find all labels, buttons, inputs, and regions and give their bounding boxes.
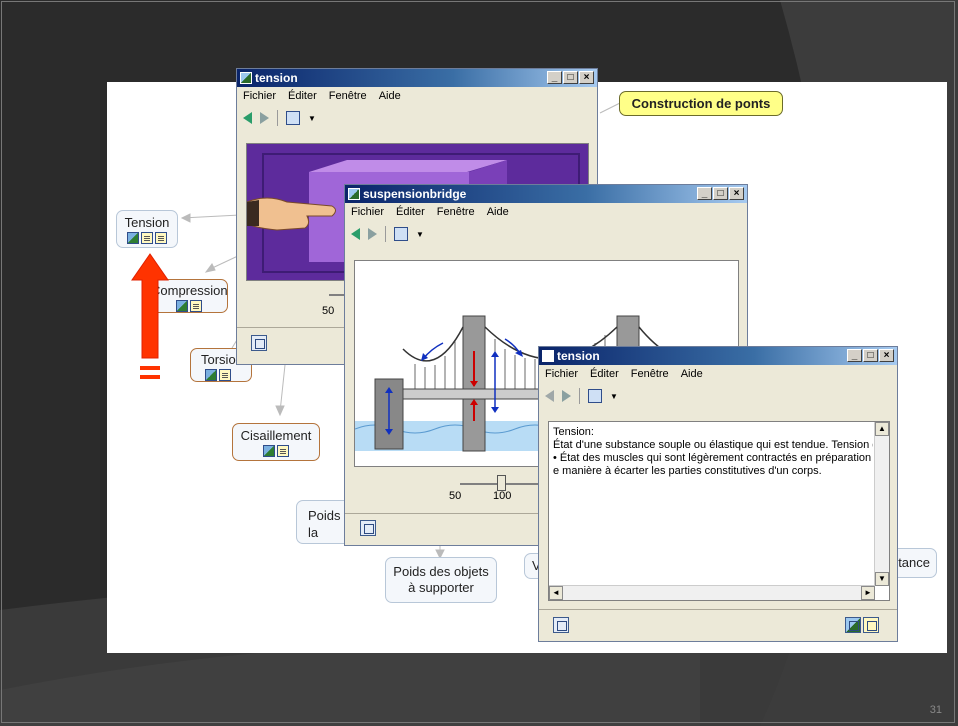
- status-divider: [539, 609, 897, 610]
- toolbar-separator: [579, 388, 580, 404]
- menu-fichier[interactable]: Fichier: [243, 90, 276, 102]
- text-line: Tension:: [553, 426, 594, 438]
- menu-aide[interactable]: Aide: [487, 206, 509, 218]
- tension-text-window: tension _ □ × Fichier Éditer Fenêtre Aid…: [538, 346, 898, 642]
- minimize-button[interactable]: _: [547, 71, 562, 84]
- menu-editer[interactable]: Éditer: [288, 90, 317, 102]
- concept-node-cisaillement[interactable]: Cisaillement: [232, 423, 320, 461]
- menu-editer[interactable]: Éditer: [396, 206, 425, 218]
- view-mode-icon[interactable]: [394, 227, 408, 241]
- concept-node-poids-objets[interactable]: Poids des objets à supporter: [385, 557, 497, 603]
- menu-bar: Fichier Éditer Fenêtre Aide: [237, 87, 597, 105]
- horizontal-scrollbar[interactable]: ◄ ►: [549, 585, 875, 600]
- text-line: e manière à écarter les parties constitu…: [553, 465, 822, 477]
- view-mode-icon[interactable]: [588, 389, 602, 403]
- maximize-button[interactable]: □: [713, 187, 728, 200]
- window-title: suspensionbridge: [363, 187, 467, 201]
- menu-fichier[interactable]: Fichier: [351, 206, 384, 218]
- text-line: • État des muscles qui sont légèrement c…: [553, 452, 873, 464]
- toolbar: ▼: [539, 383, 897, 409]
- forward-arrow-icon[interactable]: [260, 112, 269, 124]
- window-title: tension: [557, 349, 600, 363]
- resource-icons: [191, 369, 251, 381]
- close-button[interactable]: ×: [579, 71, 594, 84]
- text-line: État d'une substance souple ou élastique…: [553, 439, 873, 451]
- dropdown-caret-icon[interactable]: ▼: [308, 114, 316, 123]
- view-mode-icon[interactable]: [286, 111, 300, 125]
- menu-aide[interactable]: Aide: [379, 90, 401, 102]
- minimize-button[interactable]: _: [697, 187, 712, 200]
- menu-bar: Fichier Éditer Fenêtre Aide: [345, 203, 747, 221]
- definition-text: Tension: État d'une substance souple ou …: [549, 422, 873, 478]
- menu-fichier[interactable]: Fichier: [545, 368, 578, 380]
- scroll-down-icon[interactable]: ▼: [875, 572, 889, 586]
- menu-editer[interactable]: Éditer: [590, 368, 619, 380]
- tick-label-50: 50: [449, 490, 462, 502]
- forward-arrow-icon[interactable]: [368, 228, 377, 240]
- document-resource-icon[interactable]: [155, 232, 167, 244]
- image-resource-icon[interactable]: [845, 617, 861, 633]
- image-window-icon: [240, 72, 252, 84]
- image-resource-icon[interactable]: [205, 369, 217, 381]
- document-resource-icon[interactable]: [190, 300, 202, 312]
- menu-aide[interactable]: Aide: [681, 368, 703, 380]
- vertical-scrollbar[interactable]: ▲ ▼: [874, 422, 889, 586]
- slider-thumb[interactable]: [497, 475, 506, 491]
- scroll-left-icon[interactable]: ◄: [549, 586, 563, 600]
- title-bar[interactable]: suspensionbridge _ □ ×: [345, 185, 747, 203]
- document-resource-icon[interactable]: [219, 369, 231, 381]
- concept-map-icon[interactable]: [553, 617, 569, 633]
- image-resource-icon[interactable]: [176, 300, 188, 312]
- menu-fenetre[interactable]: Fenêtre: [437, 206, 475, 218]
- toolbar-separator: [277, 110, 278, 126]
- scroll-up-icon[interactable]: ▲: [875, 422, 889, 436]
- document-resource-icon[interactable]: [141, 232, 153, 244]
- concept-node-tension[interactable]: Tension: [116, 210, 178, 248]
- toolbar-separator: [385, 226, 386, 242]
- tick-label-100: 100: [493, 490, 512, 502]
- slider-label: 50: [322, 305, 335, 317]
- node-label: Construction de ponts: [631, 96, 771, 111]
- back-arrow-icon[interactable]: [351, 228, 360, 240]
- document-resource-icon[interactable]: [863, 617, 879, 633]
- back-arrow-icon[interactable]: [545, 390, 554, 402]
- menu-bar: Fichier Éditer Fenêtre Aide: [539, 365, 897, 383]
- node-label-line2: à supporter: [408, 580, 474, 595]
- toolbar: ▼: [345, 221, 747, 247]
- window-title: tension: [255, 71, 298, 85]
- maximize-button[interactable]: □: [863, 349, 878, 362]
- node-label: Cisaillement: [240, 428, 312, 443]
- scroll-right-icon[interactable]: ►: [861, 586, 875, 600]
- concept-map-icon[interactable]: [360, 520, 376, 536]
- menu-fenetre[interactable]: Fenêtre: [631, 368, 669, 380]
- dropdown-caret-icon[interactable]: ▼: [416, 230, 424, 239]
- close-button[interactable]: ×: [729, 187, 744, 200]
- maximize-button[interactable]: □: [563, 71, 578, 84]
- dropdown-caret-icon[interactable]: ▼: [610, 392, 618, 401]
- concept-node-construction-de-ponts[interactable]: Construction de ponts: [619, 91, 783, 116]
- red-up-arrow-icon: [131, 253, 169, 379]
- concept-map-icon[interactable]: [251, 335, 267, 351]
- minimize-button[interactable]: _: [847, 349, 862, 362]
- back-arrow-icon[interactable]: [243, 112, 252, 124]
- resource-icons: [117, 232, 177, 244]
- tension-text-panel: Tension: État d'une substance souple ou …: [548, 421, 890, 601]
- title-bar[interactable]: tension _ □ ×: [237, 69, 597, 87]
- document-resource-icon[interactable]: [277, 445, 289, 457]
- close-button[interactable]: ×: [879, 349, 894, 362]
- forward-arrow-icon[interactable]: [562, 390, 571, 402]
- resource-icons: [233, 445, 319, 457]
- menu-fenetre[interactable]: Fenêtre: [329, 90, 367, 102]
- node-label-line1: Poids des objets: [393, 564, 489, 579]
- title-bar[interactable]: tension _ □ ×: [539, 347, 897, 365]
- image-resource-icon[interactable]: [127, 232, 139, 244]
- image-resource-icon[interactable]: [263, 445, 275, 457]
- document-window-icon: [542, 350, 554, 362]
- node-label: Tension: [124, 215, 170, 230]
- toolbar: ▼: [237, 105, 597, 131]
- image-window-icon: [348, 188, 360, 200]
